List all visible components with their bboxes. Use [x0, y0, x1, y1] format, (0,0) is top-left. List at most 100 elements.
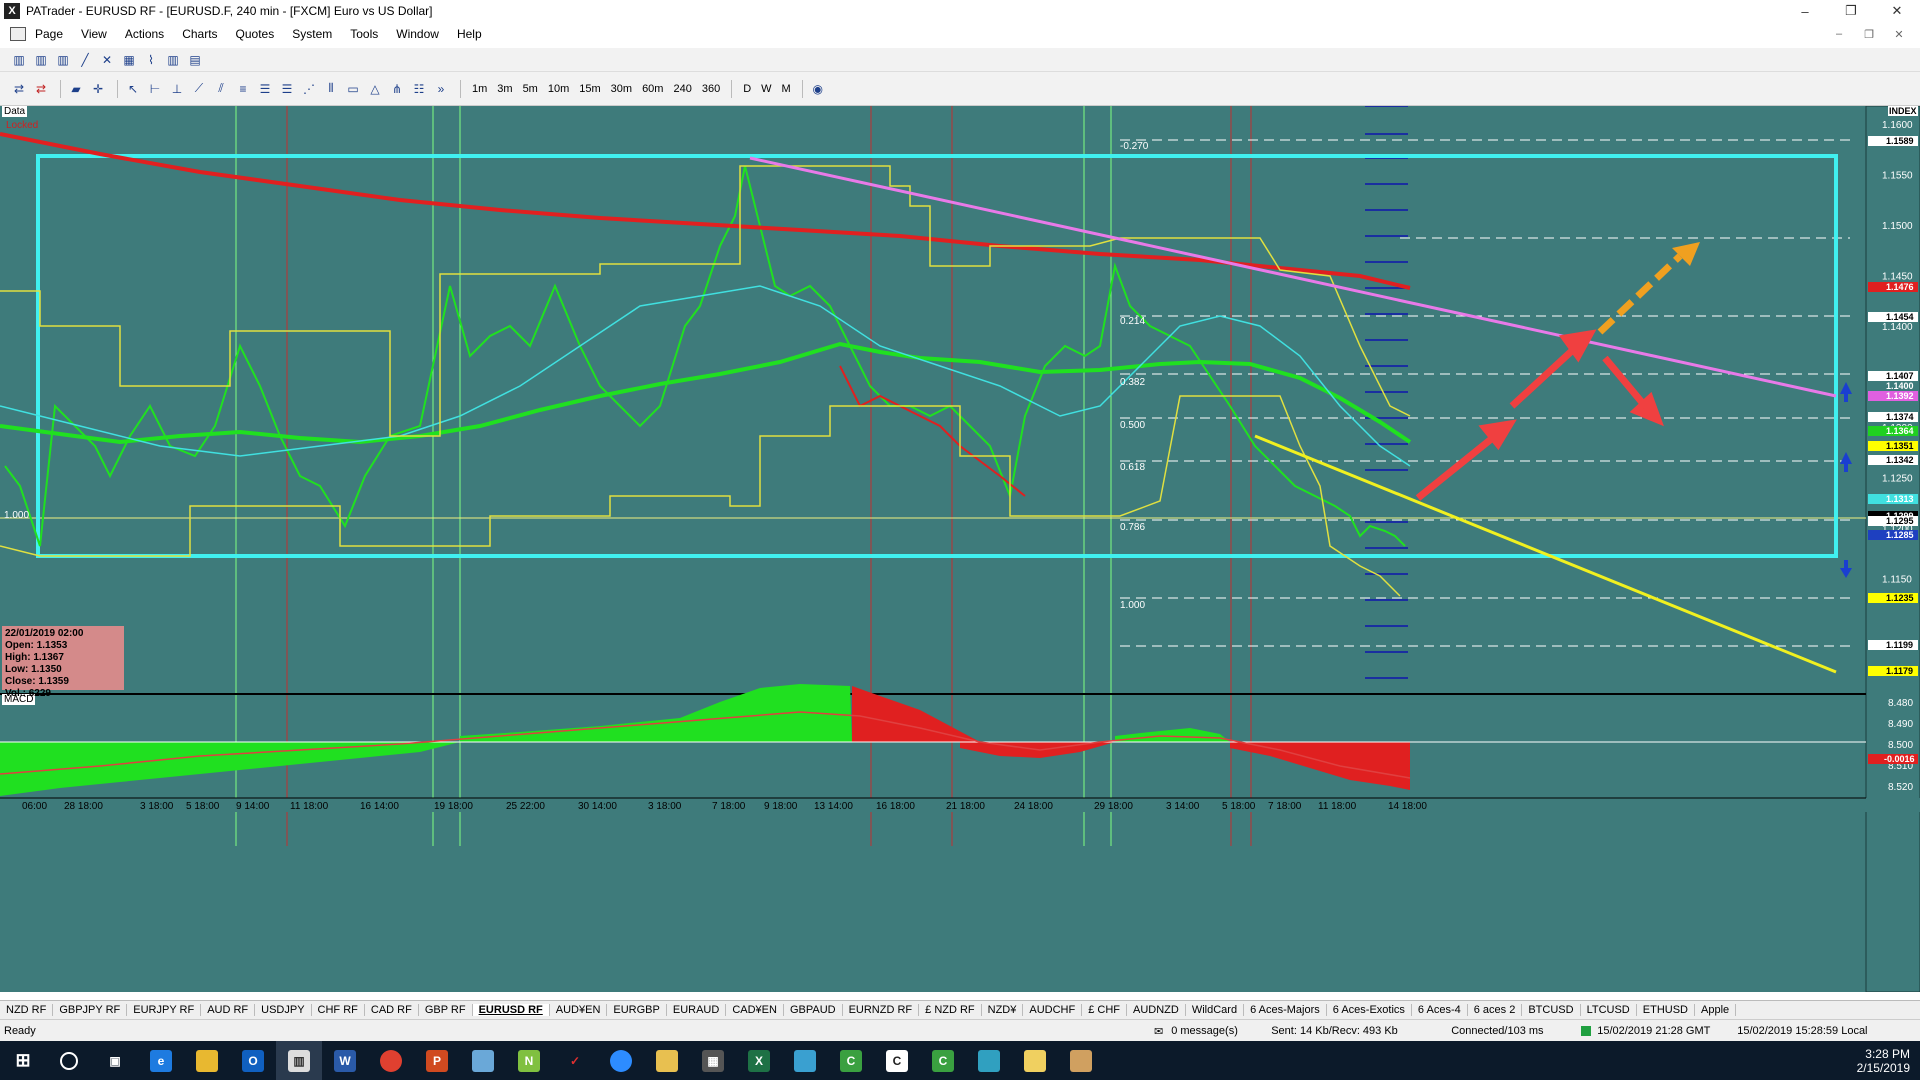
mdi-restore-button[interactable]: ❐	[1854, 22, 1884, 46]
symbol-tab[interactable]: 6 aces 2	[1468, 1004, 1523, 1016]
period-weekly[interactable]: W	[761, 83, 771, 95]
search-button[interactable]	[46, 1041, 92, 1080]
symbol-tab[interactable]: EURUSD RF	[472, 1004, 550, 1016]
page-icon[interactable]	[10, 27, 26, 41]
bar-chart-icon[interactable]: ▥	[10, 51, 28, 69]
files-button[interactable]	[644, 1041, 690, 1080]
renko-icon[interactable]: ▦	[120, 51, 138, 69]
gann-fan-icon[interactable]: ⋰	[300, 80, 318, 98]
notepad-button[interactable]	[460, 1041, 506, 1080]
timeframe-10m[interactable]: 10m	[548, 83, 569, 95]
pointer-icon[interactable]: ↖	[124, 80, 142, 98]
price-chart[interactable]: -0.270 0.214 0.382 0.500 0.618 0.786 1.000 1.1…	[0, 106, 1920, 992]
menu-quotes[interactable]: Quotes	[227, 27, 284, 41]
symbol-tab[interactable]: BTCUSD	[1522, 1004, 1581, 1016]
symbol-tab[interactable]: AUDNZD	[1127, 1004, 1186, 1016]
status-messages[interactable]: 0 message(s)	[1171, 1025, 1271, 1037]
clock-icon[interactable]: ◉	[809, 80, 827, 98]
red-app-button[interactable]: ✓	[552, 1041, 598, 1080]
rectangle-icon[interactable]: ▭	[344, 80, 362, 98]
fib-retracement-icon[interactable]: ☰	[256, 80, 274, 98]
symbol-tab[interactable]: USDJPY	[255, 1004, 312, 1016]
ohlc-chart-icon[interactable]: ▥	[32, 51, 50, 69]
fib-extension-icon[interactable]: ☰	[278, 80, 296, 98]
symbol-tab[interactable]: NZD¥	[982, 1004, 1024, 1016]
symbol-tab[interactable]: AUDCHF	[1023, 1004, 1083, 1016]
symbol-tab[interactable]: EURNZD RF	[843, 1004, 920, 1016]
symbol-tab[interactable]: GBPAUD	[784, 1004, 843, 1016]
timeframe-15m[interactable]: 15m	[579, 83, 600, 95]
start-button[interactable]: ⊞	[0, 1041, 46, 1080]
mdi-minimize-button[interactable]: –	[1824, 22, 1854, 46]
picture-button[interactable]	[966, 1041, 1012, 1080]
edge-button[interactable]: e	[138, 1041, 184, 1080]
unlink-icon[interactable]: ⇄	[32, 80, 50, 98]
tool-button[interactable]	[1058, 1041, 1104, 1080]
system-clock[interactable]: 3:28 PM 2/15/2019	[1857, 1041, 1910, 1080]
symbol-tab[interactable]: CHF RF	[312, 1004, 365, 1016]
symbol-tab[interactable]: 6 Aces-Majors	[1244, 1004, 1327, 1016]
symbol-tab[interactable]: GBPJPY RF	[53, 1004, 128, 1016]
symbol-tab[interactable]: CAD¥EN	[726, 1004, 784, 1016]
timeframe-240[interactable]: 240	[673, 83, 691, 95]
symbol-tab[interactable]: Apple	[1695, 1004, 1737, 1016]
timeframe-30m[interactable]: 30m	[611, 83, 632, 95]
link-icon[interactable]: ⇄	[10, 80, 28, 98]
menu-help[interactable]: Help	[448, 27, 491, 41]
calculator-button[interactable]: ▦	[690, 1041, 736, 1080]
crosshair-icon[interactable]: ✛	[89, 80, 107, 98]
histogram-icon[interactable]: ▤	[186, 51, 204, 69]
triangle-icon[interactable]: △	[366, 80, 384, 98]
mail-icon[interactable]: ✉	[1154, 1025, 1163, 1038]
symbol-tab[interactable]: EURAUD	[667, 1004, 727, 1016]
timeframe-5m[interactable]: 5m	[523, 83, 538, 95]
task-view-button[interactable]: ▣	[92, 1041, 138, 1080]
more-tools-icon[interactable]: »	[432, 80, 450, 98]
pitchfork-icon[interactable]: ⋔	[388, 80, 406, 98]
symbol-tab[interactable]: EURGBP	[607, 1004, 667, 1016]
photos-button[interactable]	[782, 1041, 828, 1080]
menu-view[interactable]: View	[72, 27, 116, 41]
symbol-tab[interactable]: GBP RF	[419, 1004, 473, 1016]
timeframe-3m[interactable]: 3m	[497, 83, 512, 95]
period-monthly[interactable]: M	[782, 83, 791, 95]
close-button[interactable]: ✕	[1874, 0, 1920, 22]
chart-wizard-icon[interactable]: ▰	[67, 80, 85, 98]
vertical-line-icon[interactable]: ⊥	[168, 80, 186, 98]
timeframe-60m[interactable]: 60m	[642, 83, 663, 95]
symbol-tab[interactable]: WildCard	[1186, 1004, 1245, 1016]
horizontal-line-icon[interactable]: ⊢	[146, 80, 164, 98]
menu-system[interactable]: System	[283, 27, 341, 41]
chrome-button[interactable]	[368, 1041, 414, 1080]
minimize-button[interactable]: –	[1782, 0, 1828, 22]
symbol-tab[interactable]: EURJPY RF	[127, 1004, 202, 1016]
kagi-icon[interactable]: ⌇	[142, 51, 160, 69]
cycle-lines-icon[interactable]: ⦀	[322, 80, 340, 98]
powerpoint-button[interactable]: P	[414, 1041, 460, 1080]
timeframe-1m[interactable]: 1m	[472, 83, 487, 95]
explorer-button[interactable]	[184, 1041, 230, 1080]
camtasia2-button[interactable]: C	[874, 1041, 920, 1080]
restore-button[interactable]: ❐	[1828, 0, 1874, 22]
menu-tools[interactable]: Tools	[341, 27, 387, 41]
menu-charts[interactable]: Charts	[173, 27, 226, 41]
word-button[interactable]: W	[322, 1041, 368, 1080]
trendline-icon[interactable]: ⟋	[190, 80, 208, 98]
outlook-button[interactable]: O	[230, 1041, 276, 1080]
menu-page[interactable]: Page	[26, 27, 72, 41]
excel-button[interactable]: X	[736, 1041, 782, 1080]
menu-window[interactable]: Window	[387, 27, 448, 41]
symbol-tab[interactable]: AUD RF	[201, 1004, 256, 1016]
symbol-tab[interactable]: CAD RF	[365, 1004, 419, 1016]
menu-actions[interactable]: Actions	[116, 27, 173, 41]
symbol-tab[interactable]: ETHUSD	[1637, 1004, 1695, 1016]
symbol-tab[interactable]: NZD RF	[0, 1004, 54, 1016]
camtasia3-button[interactable]: C	[920, 1041, 966, 1080]
text-tool-icon[interactable]: ☷	[410, 80, 428, 98]
point-figure-icon[interactable]: ✕	[98, 51, 116, 69]
symbol-tab[interactable]: £ CHF	[1082, 1004, 1127, 1016]
camtasia-button[interactable]: C	[828, 1041, 874, 1080]
symbol-tab[interactable]: AUD¥EN	[550, 1004, 608, 1016]
symbol-tab[interactable]: 6 Aces-4	[1412, 1004, 1468, 1016]
ninja-button[interactable]: N	[506, 1041, 552, 1080]
